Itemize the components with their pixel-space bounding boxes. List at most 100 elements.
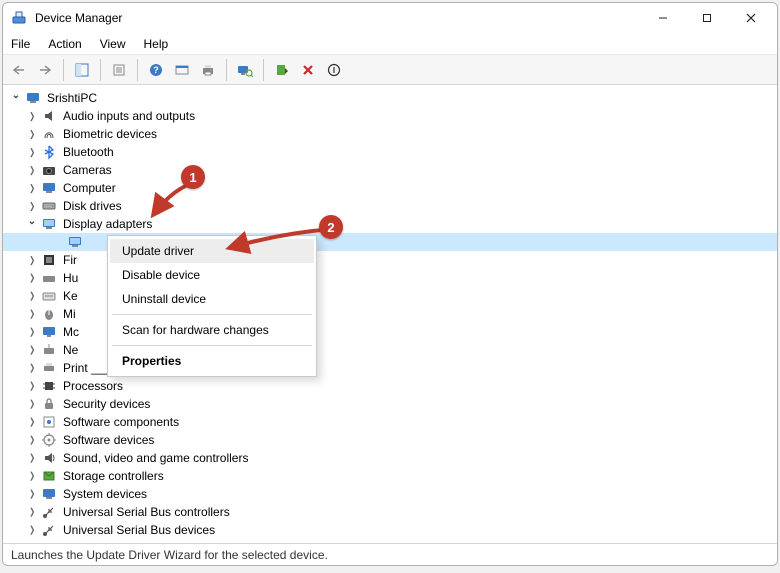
tree-item-sysdev[interactable]: System devices xyxy=(3,485,777,503)
disk-icon xyxy=(41,198,57,214)
minimize-button[interactable] xyxy=(641,4,685,32)
chevron-right-icon[interactable] xyxy=(25,471,39,482)
svg-text:?: ? xyxy=(153,65,159,75)
chevron-right-icon[interactable] xyxy=(25,255,39,266)
context-properties[interactable]: Properties xyxy=(110,349,314,373)
context-disable-device[interactable]: Disable device xyxy=(110,263,314,287)
system-icon xyxy=(41,486,57,502)
tree-item-usbdev[interactable]: Universal Serial Bus devices xyxy=(3,521,777,539)
maximize-button[interactable] xyxy=(685,4,729,32)
chevron-right-icon[interactable] xyxy=(25,273,39,284)
chevron-right-icon[interactable] xyxy=(25,183,39,194)
usb-icon xyxy=(41,504,57,520)
biometric-icon xyxy=(41,126,57,142)
chevron-right-icon[interactable] xyxy=(25,345,39,356)
toolbar: ? xyxy=(3,55,777,85)
annotation-badge-1: 1 xyxy=(181,165,205,189)
usb-icon xyxy=(41,522,57,538)
mouse-icon xyxy=(41,306,57,322)
toolbar-back-button[interactable] xyxy=(7,58,31,82)
context-separator xyxy=(112,314,312,315)
bluetooth-icon xyxy=(41,144,57,160)
titlebar: Device Manager xyxy=(3,3,777,33)
chevron-right-icon[interactable] xyxy=(25,147,39,158)
menu-view[interactable]: View xyxy=(98,35,128,53)
chevron-right-icon[interactable] xyxy=(25,111,39,122)
context-update-driver[interactable]: Update driver xyxy=(110,239,314,263)
toolbar-disable-button[interactable] xyxy=(322,58,346,82)
toolbar-properties-button[interactable] xyxy=(107,58,131,82)
keyboard-icon xyxy=(41,288,57,304)
device-manager-window: Device Manager File Action View Help xyxy=(2,2,778,566)
menu-help[interactable]: Help xyxy=(142,35,171,53)
context-uninstall-device[interactable]: Uninstall device xyxy=(110,287,314,311)
toolbar-show-hide-button[interactable] xyxy=(70,58,94,82)
chevron-right-icon[interactable] xyxy=(25,291,39,302)
statusbar-text: Launches the Update Driver Wizard for th… xyxy=(11,548,328,562)
chevron-right-icon[interactable] xyxy=(25,165,39,176)
security-icon xyxy=(41,396,57,412)
toolbar-print-button[interactable] xyxy=(196,58,220,82)
audio-icon xyxy=(41,108,57,124)
tree-item-biometric[interactable]: Biometric devices xyxy=(3,125,777,143)
close-button[interactable] xyxy=(729,4,773,32)
tree-item-storage[interactable]: Storage controllers xyxy=(3,467,777,485)
toolbar-update-button[interactable] xyxy=(270,58,294,82)
storage-icon xyxy=(41,468,57,484)
network-icon xyxy=(41,342,57,358)
tree-item-display-adapters[interactable]: Display adapters xyxy=(3,215,777,233)
window-title: Device Manager xyxy=(35,11,122,25)
tree-item-cameras[interactable]: Cameras xyxy=(3,161,777,179)
toolbar-action2-button[interactable] xyxy=(170,58,194,82)
chevron-down-icon[interactable] xyxy=(25,219,39,230)
chevron-right-icon[interactable] xyxy=(25,507,39,518)
tree-item-diskdrives[interactable]: Disk drives xyxy=(3,197,777,215)
chevron-right-icon[interactable] xyxy=(25,417,39,428)
chevron-right-icon[interactable] xyxy=(25,309,39,320)
chevron-right-icon[interactable] xyxy=(25,201,39,212)
tree-item-sound[interactable]: Sound, video and game controllers xyxy=(3,449,777,467)
chevron-right-icon[interactable] xyxy=(25,363,39,374)
tree-item-bluetooth[interactable]: Bluetooth xyxy=(3,143,777,161)
app-icon xyxy=(11,10,27,26)
display-adapter-icon xyxy=(41,216,57,232)
processor-icon xyxy=(41,378,57,394)
software-component-icon xyxy=(41,414,57,430)
software-device-icon xyxy=(41,432,57,448)
tree-item-softcomp[interactable]: Software components xyxy=(3,413,777,431)
monitor-icon xyxy=(41,324,57,340)
tree-root-label: SrishtiPC xyxy=(45,91,99,105)
computer-root-icon xyxy=(25,90,41,106)
display-adapter-icon xyxy=(67,234,83,250)
tree-item-processors[interactable]: Processors xyxy=(3,377,777,395)
expand-arrow-icon[interactable] xyxy=(9,93,23,104)
tree-item-security[interactable]: Security devices xyxy=(3,395,777,413)
hid-icon xyxy=(41,270,57,286)
toolbar-scan-button[interactable] xyxy=(233,58,257,82)
toolbar-uninstall-button[interactable] xyxy=(296,58,320,82)
chevron-right-icon[interactable] xyxy=(25,453,39,464)
chevron-right-icon[interactable] xyxy=(25,489,39,500)
chevron-right-icon[interactable] xyxy=(25,381,39,392)
annotation-badge-2: 2 xyxy=(319,215,343,239)
context-menu: Update driver Disable device Uninstall d… xyxy=(107,235,317,377)
menu-file[interactable]: File xyxy=(9,35,32,53)
toolbar-help-button[interactable]: ? xyxy=(144,58,168,82)
context-separator xyxy=(112,345,312,346)
chevron-right-icon[interactable] xyxy=(25,435,39,446)
tree-root[interactable]: SrishtiPC xyxy=(3,89,777,107)
context-scan-hardware[interactable]: Scan for hardware changes xyxy=(110,318,314,342)
tree-item-audio[interactable]: Audio inputs and outputs xyxy=(3,107,777,125)
chevron-right-icon[interactable] xyxy=(25,327,39,338)
camera-icon xyxy=(41,162,57,178)
tree-item-softdev[interactable]: Software devices xyxy=(3,431,777,449)
chevron-right-icon[interactable] xyxy=(25,129,39,140)
chevron-right-icon[interactable] xyxy=(25,525,39,536)
toolbar-forward-button[interactable] xyxy=(33,58,57,82)
tree-item-usbcont[interactable]: Universal Serial Bus controllers xyxy=(3,503,777,521)
menu-action[interactable]: Action xyxy=(46,35,83,53)
tree-item-computer[interactable]: Computer xyxy=(3,179,777,197)
print-icon xyxy=(41,360,57,376)
firmware-icon xyxy=(41,252,57,268)
chevron-right-icon[interactable] xyxy=(25,399,39,410)
